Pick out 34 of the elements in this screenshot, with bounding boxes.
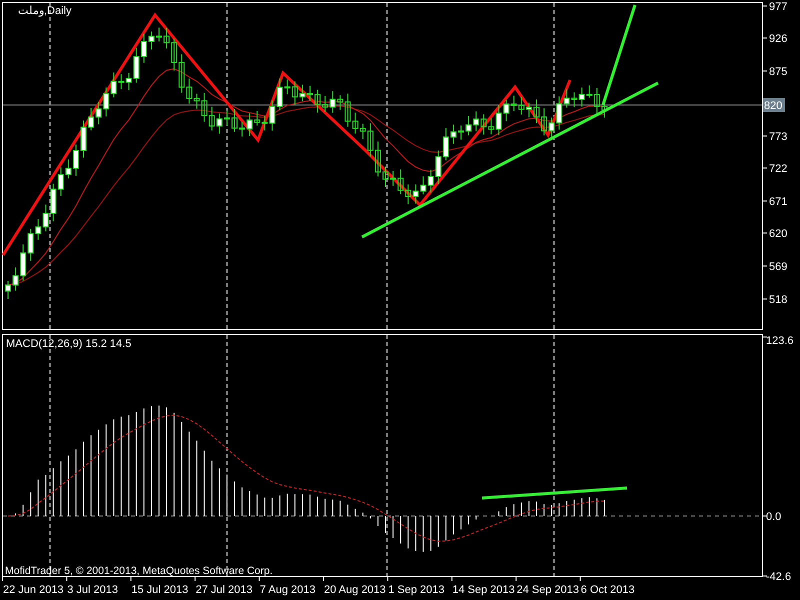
price-label: 722	[769, 163, 788, 175]
date-label: 15 Jul 2013	[131, 584, 188, 596]
candlestick	[80, 120, 86, 158]
candlestick	[382, 166, 388, 188]
price-label: 977	[769, 1, 788, 13]
price-label: 671	[769, 196, 788, 208]
price-label: 875	[769, 66, 788, 78]
date-label: 3 Jul 2013	[67, 584, 118, 596]
date-label: 27 Jul 2013	[196, 584, 252, 596]
date-label: 22 Jun 2013	[3, 584, 64, 596]
indicator-axis-label: -42.6	[766, 571, 792, 583]
candlestick	[307, 85, 313, 102]
price-label: 569	[769, 261, 788, 273]
indicator-axis-label: 0.0	[766, 511, 782, 523]
date-label: 20 Aug 2013	[324, 584, 386, 596]
price-label: 773	[769, 131, 788, 143]
chart-title: وملت,Daily	[18, 5, 72, 17]
date-label: 24 Sep 2013	[516, 584, 579, 596]
date-label: 7 Aug 2013	[260, 584, 316, 596]
indicator-label: MACD(12,26,9) 15.2 14.5	[6, 338, 132, 350]
copyright-text: MofidTrader 5, © 2001-2013, MetaQuotes Software Corp.	[5, 565, 273, 577]
price-label: 926	[769, 33, 788, 45]
price-label: 518	[769, 294, 788, 306]
date-label: 1 Sep 2013	[388, 584, 444, 596]
indicator-axis-label: 123.6	[766, 335, 794, 347]
candlestick	[5, 280, 11, 300]
date-label: 6 Oct 2013	[580, 584, 635, 596]
current-price-label: 820	[763, 98, 785, 112]
candlestick	[458, 124, 464, 140]
candlestick	[156, 27, 162, 42]
candlestick	[232, 108, 238, 132]
date-label: 14 Sep 2013	[452, 584, 515, 596]
price-label: 620	[769, 228, 788, 240]
candlestick	[534, 98, 540, 124]
